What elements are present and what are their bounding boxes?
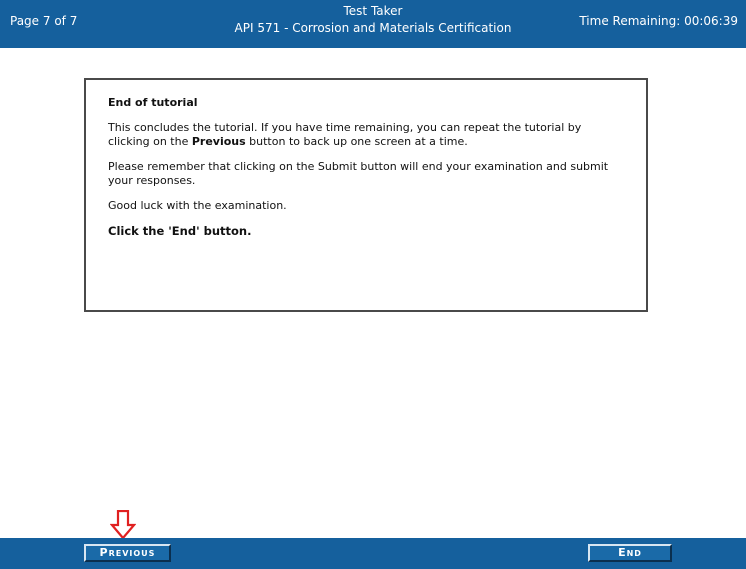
content-heading: End of tutorial	[108, 96, 198, 109]
page-indicator: Page 7 of 7	[10, 14, 78, 28]
para1-text-end: button to back up one screen at a time.	[245, 135, 468, 148]
content-paragraph-1: This concludes the tutorial. If you have…	[108, 121, 626, 149]
content-instruction: Click the 'End' button.	[108, 224, 252, 238]
candidate-name: Test Taker	[343, 4, 403, 18]
down-arrow-icon	[110, 510, 136, 540]
exam-title: API 571 - Corrosion and Materials Certif…	[234, 21, 512, 35]
title-block: Test Taker API 571 - Corrosion and Mater…	[200, 3, 546, 37]
exam-window: Page 7 of 7 Test Taker API 571 - Corrosi…	[0, 0, 746, 569]
previous-button[interactable]: Previous	[84, 544, 171, 562]
time-remaining: Time Remaining: 00:06:39	[579, 14, 738, 28]
tutorial-content-box: End of tutorial This concludes the tutor…	[84, 78, 648, 312]
footer-bar: Previous End	[0, 538, 746, 569]
header-bar: Page 7 of 7 Test Taker API 571 - Corrosi…	[0, 0, 746, 48]
content-paragraph-2: Please remember that clicking on the Sub…	[108, 160, 609, 187]
para1-previous-emphasis: Previous	[191, 135, 246, 148]
end-button[interactable]: End	[588, 544, 672, 562]
content-paragraph-3: Good luck with the examination.	[108, 199, 287, 212]
